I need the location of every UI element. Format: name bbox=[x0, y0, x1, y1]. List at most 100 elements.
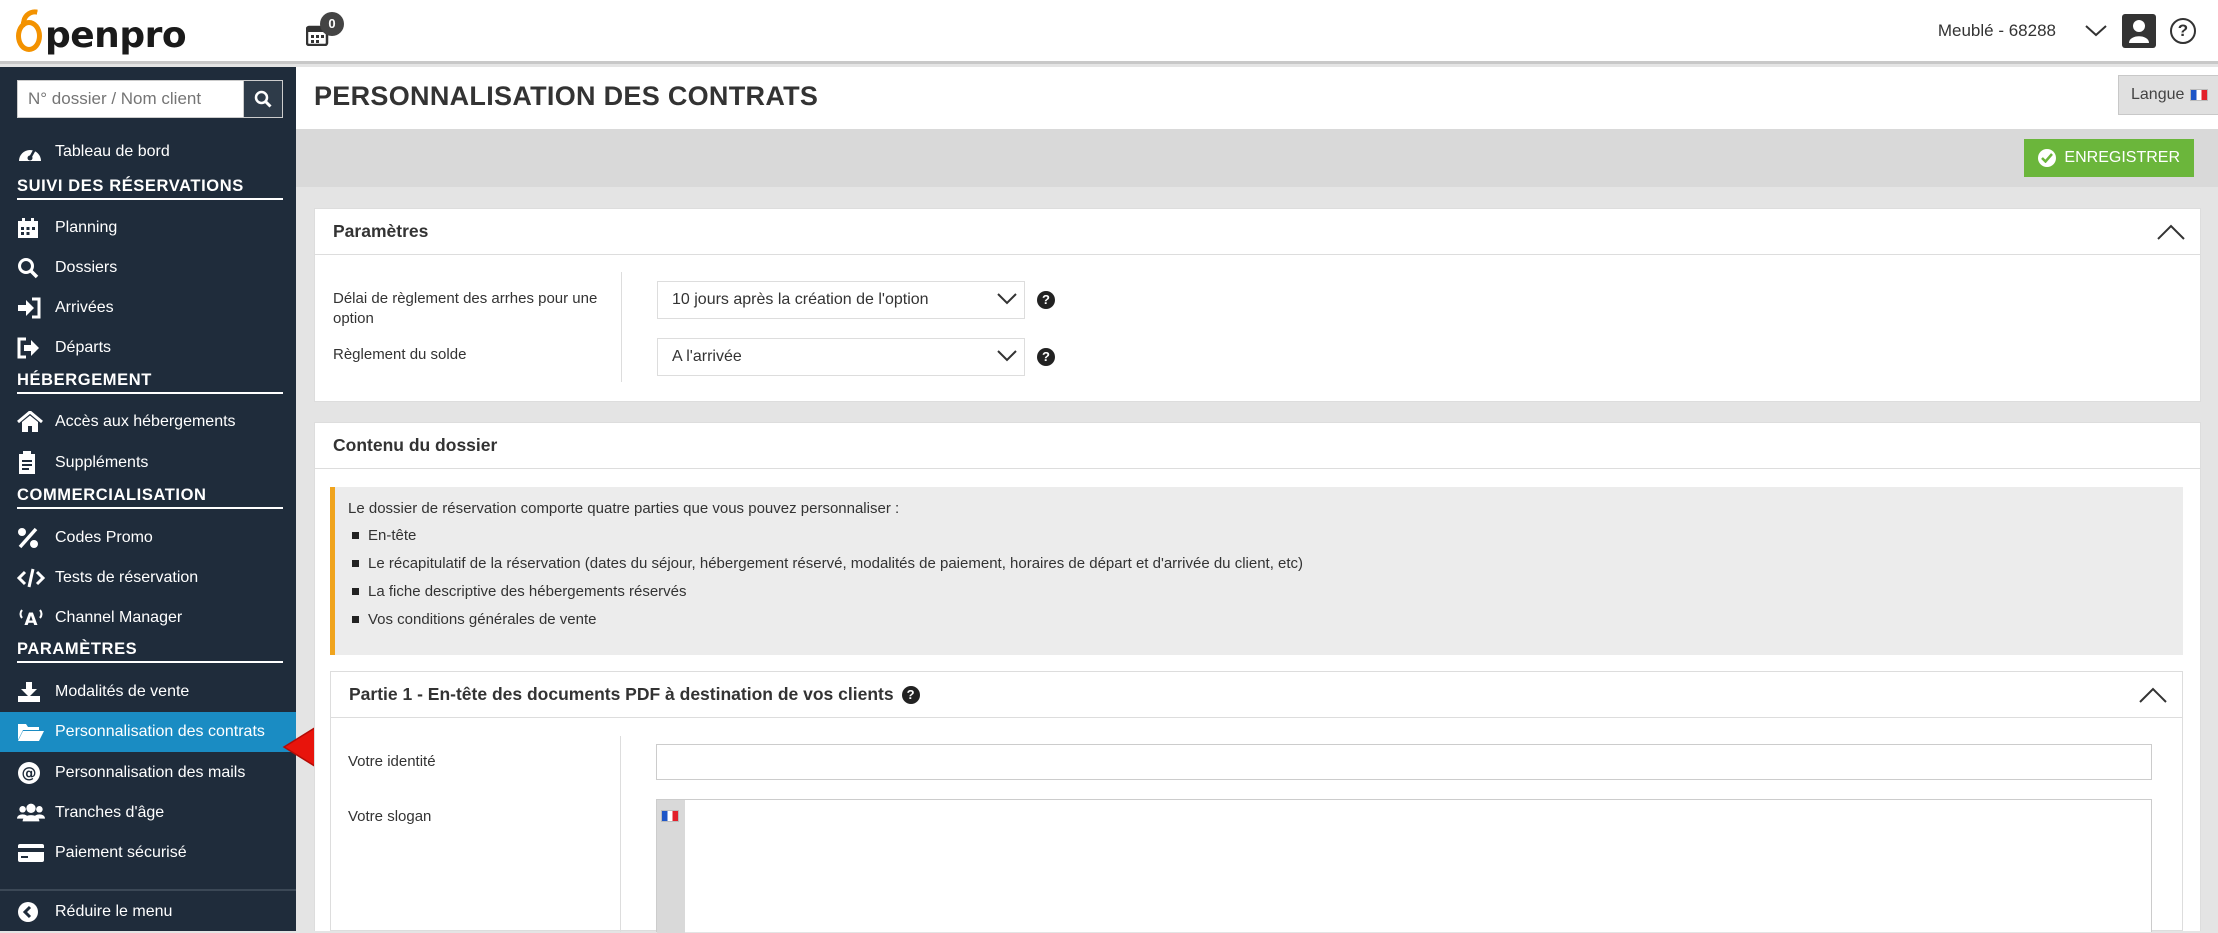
tachometer-icon bbox=[17, 140, 45, 164]
info-intro: Le dossier de réservation comporte quatr… bbox=[348, 500, 900, 517]
sidebar-item-tests[interactable]: Tests de réservation bbox=[17, 563, 198, 593]
check-circle-icon bbox=[2038, 149, 2057, 167]
solde-label: Règlement du solde bbox=[333, 346, 467, 363]
french-flag-icon[interactable] bbox=[661, 810, 679, 822]
panel-title: Paramètres bbox=[333, 221, 429, 241]
section-reservations: SUIVI DES RÉSERVATIONS bbox=[17, 177, 283, 200]
top-bar: penpro 0 Meublé - 68288 ? bbox=[0, 0, 2218, 64]
sign-out-icon bbox=[17, 336, 45, 360]
info-list: En-tête Le récapitulatif de la réservati… bbox=[348, 525, 2183, 637]
section-parametres: PARAMÈTRES bbox=[17, 640, 283, 663]
sidebar-item-label: Dossiers bbox=[55, 259, 118, 276]
svg-text:@: @ bbox=[22, 764, 37, 782]
partie1-header[interactable]: Partie 1 - En-tête des documents PDF à d… bbox=[331, 672, 2182, 718]
sidebar: Tableau de bord SUIVI DES RÉSERVATIONS P… bbox=[0, 67, 296, 931]
sidebar-item-label: Personnalisation des contrats bbox=[55, 723, 265, 740]
sidebar-item-label: Réduire le menu bbox=[55, 903, 173, 920]
search-button[interactable] bbox=[243, 80, 283, 118]
broadcast-icon: A bbox=[17, 606, 45, 630]
chevron-up-icon[interactable] bbox=[2156, 223, 2186, 241]
sidebar-item-departs[interactable]: Départs bbox=[17, 333, 111, 363]
parametres-panel: Paramètres Délai de règlement des arrhes… bbox=[314, 208, 2201, 402]
help-icon[interactable]: ? bbox=[1037, 291, 1055, 309]
sidebar-item-label: Codes Promo bbox=[55, 529, 153, 546]
folder-open-icon bbox=[17, 720, 45, 744]
logo-flame-icon bbox=[14, 6, 44, 56]
users-icon bbox=[17, 801, 45, 825]
partie1-panel: Partie 1 - En-tête des documents PDF à d… bbox=[330, 671, 2183, 933]
sidebar-item-contrats[interactable]: Personnalisation des contrats bbox=[0, 712, 296, 752]
sidebar-item-planning[interactable]: Planning bbox=[17, 213, 117, 243]
sidebar-item-label: Suppléments bbox=[55, 454, 149, 471]
clipboard-icon bbox=[17, 451, 45, 475]
list-item: Vos conditions générales de vente bbox=[348, 609, 2183, 637]
divider bbox=[620, 736, 621, 932]
sidebar-item-dashboard[interactable]: Tableau de bord bbox=[17, 137, 170, 167]
svg-text:A: A bbox=[24, 610, 38, 629]
client-search bbox=[17, 80, 283, 118]
sidebar-item-acces[interactable]: Accès aux hébergements bbox=[17, 407, 236, 437]
page-title: PERSONNALISATION DES CONTRATS bbox=[314, 81, 819, 111]
home-icon bbox=[17, 410, 45, 434]
sidebar-item-label: Arrivées bbox=[55, 299, 114, 316]
sidebar-item-supplements[interactable]: Suppléments bbox=[17, 448, 148, 478]
info-box: Le dossier de réservation comporte quatr… bbox=[330, 487, 2183, 655]
sidebar-item-modalites[interactable]: Modalités de vente bbox=[17, 677, 189, 707]
section-commercialisation: COMMERCIALISATION bbox=[17, 486, 283, 509]
contenu-header: Contenu du dossier bbox=[315, 423, 2200, 469]
help-icon[interactable]: ? bbox=[2170, 18, 2196, 44]
save-button[interactable]: ENREGISTRER bbox=[2024, 139, 2194, 177]
calendar-icon bbox=[17, 216, 45, 240]
action-toolbar: ENREGISTRER bbox=[296, 129, 2218, 187]
download-icon bbox=[17, 680, 45, 704]
parametres-header[interactable]: Paramètres bbox=[315, 209, 2200, 255]
french-flag-icon bbox=[2190, 89, 2209, 101]
percent-icon bbox=[17, 526, 45, 550]
sidebar-item-label: Départs bbox=[55, 339, 112, 356]
panel-title: Partie 1 - En-tête des documents PDF à d… bbox=[349, 684, 894, 704]
language-selector[interactable]: Langue bbox=[2118, 75, 2218, 115]
identite-label: Votre identité bbox=[348, 753, 436, 770]
delai-select[interactable]: 10 jours après la création de l'option bbox=[657, 281, 1025, 319]
logo-text: penpro bbox=[45, 15, 187, 56]
solde-select[interactable]: A l'arrivée bbox=[657, 338, 1025, 376]
panel-title: Contenu du dossier bbox=[333, 435, 498, 455]
sidebar-item-label: Personnalisation des mails bbox=[55, 764, 246, 781]
page-header: PERSONNALISATION DES CONTRATS Langue bbox=[296, 67, 2218, 129]
slogan-label: Votre slogan bbox=[348, 808, 432, 825]
at-sign-icon: @ bbox=[17, 761, 45, 785]
help-icon[interactable]: ? bbox=[1037, 348, 1055, 366]
sidebar-item-dossiers[interactable]: Dossiers bbox=[17, 253, 117, 283]
sidebar-item-arrivees[interactable]: Arrivées bbox=[17, 293, 114, 323]
sidebar-item-paiement[interactable]: Paiement sécurisé bbox=[17, 838, 187, 868]
sign-in-icon bbox=[17, 296, 45, 320]
chevron-down-icon bbox=[997, 293, 1017, 305]
code-icon bbox=[17, 566, 45, 590]
slogan-editor[interactable] bbox=[656, 799, 2152, 933]
collapse-menu-button[interactable]: Réduire le menu bbox=[17, 897, 172, 927]
chevron-down-icon[interactable] bbox=[2084, 23, 2108, 39]
help-icon[interactable]: ? bbox=[901, 685, 920, 704]
openpro-logo[interactable]: penpro bbox=[14, 6, 187, 56]
delai-value: 10 jours après la création de l'option bbox=[672, 291, 929, 308]
user-account-icon[interactable] bbox=[2122, 14, 2156, 48]
calendar-notification-button[interactable]: 0 bbox=[304, 12, 344, 50]
list-item: La fiche descriptive des hébergements ré… bbox=[348, 581, 2183, 609]
save-label: ENREGISTRER bbox=[2064, 149, 2180, 166]
notification-badge: 0 bbox=[320, 12, 344, 36]
sidebar-item-channel[interactable]: A Channel Manager bbox=[17, 603, 182, 633]
divider bbox=[621, 272, 622, 382]
chevron-down-icon bbox=[997, 350, 1017, 362]
identite-input[interactable] bbox=[656, 744, 2152, 780]
sidebar-item-codes-promo[interactable]: Codes Promo bbox=[17, 523, 153, 553]
sidebar-item-mails[interactable]: @ Personnalisation des mails bbox=[17, 758, 245, 788]
chevron-up-icon[interactable] bbox=[2138, 686, 2168, 704]
search-icon bbox=[254, 90, 272, 108]
account-name[interactable]: Meublé - 68288 bbox=[1938, 21, 2056, 41]
section-hebergement: HÉBERGEMENT bbox=[17, 371, 283, 394]
sidebar-item-tranches[interactable]: Tranches d'âge bbox=[17, 798, 164, 828]
sidebar-item-label: Tableau de bord bbox=[55, 143, 170, 160]
search-input[interactable] bbox=[17, 80, 243, 118]
sidebar-item-label: Tests de réservation bbox=[55, 569, 199, 586]
editor-gutter bbox=[657, 800, 685, 933]
